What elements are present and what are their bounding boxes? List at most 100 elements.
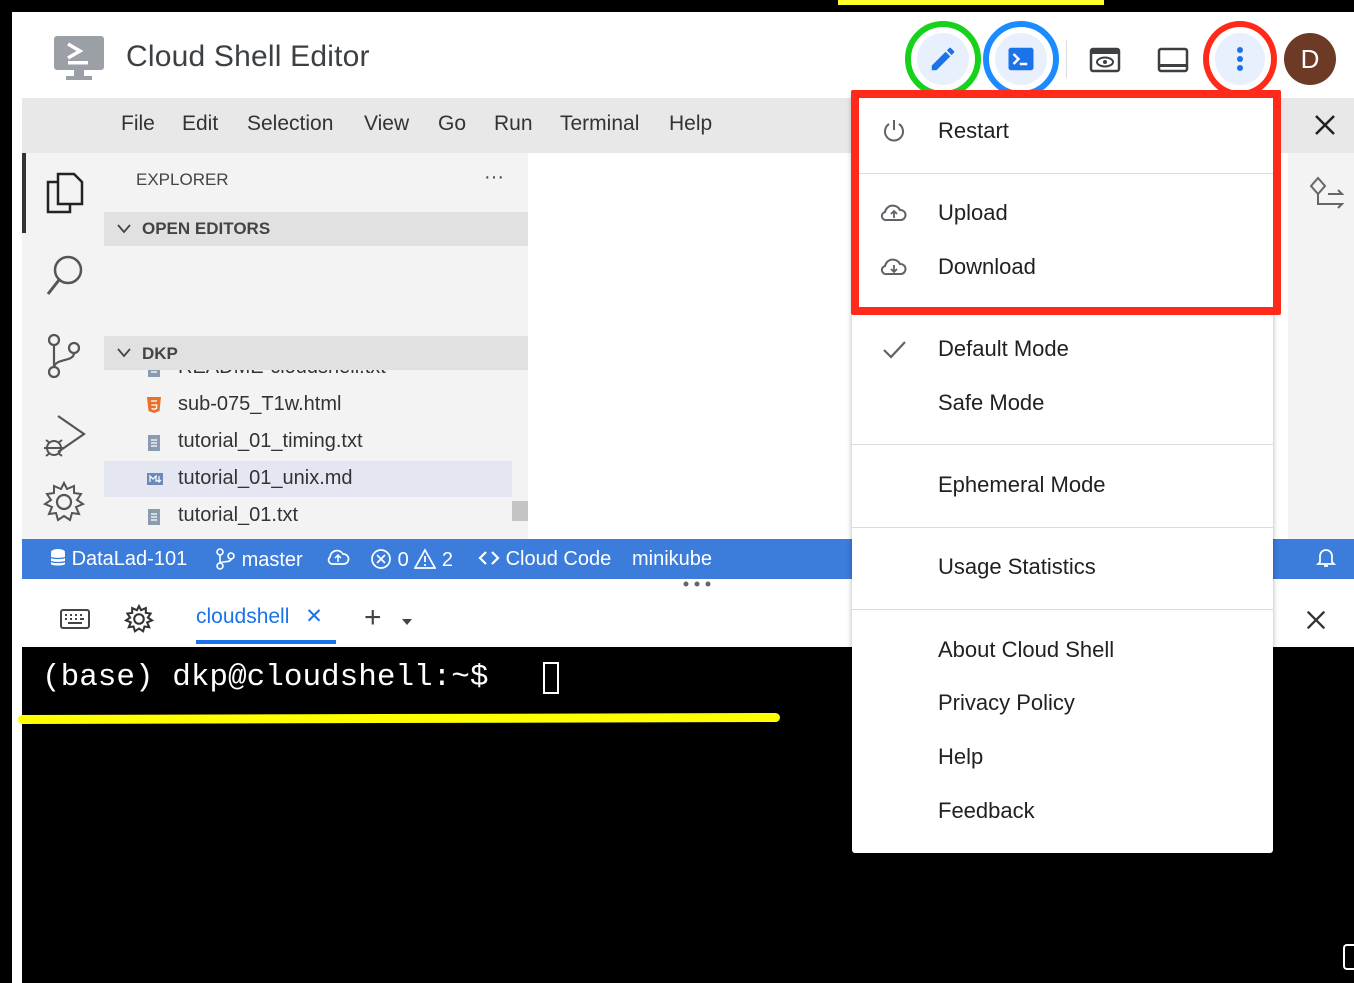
terminal-icon xyxy=(1008,47,1034,71)
status-cluster[interactable]: minikube xyxy=(632,548,712,571)
drag-dots-icon xyxy=(683,581,711,587)
menu-default-mode[interactable]: Default Mode xyxy=(938,336,1069,362)
database-icon xyxy=(50,549,66,566)
list-item[interactable]: tutorial_01.txt xyxy=(104,498,512,534)
panel-resize-handle[interactable] xyxy=(682,576,712,594)
activity-run-debug[interactable] xyxy=(42,412,88,465)
file-name: tutorial_01.txt xyxy=(178,504,299,526)
menu-feedback[interactable]: Feedback xyxy=(938,798,1035,824)
file-name: README-cloudshell.txt xyxy=(178,370,386,379)
list-item-selected[interactable]: tutorial_01_unix.md xyxy=(104,461,512,497)
status-repo[interactable]: DataLad-101 xyxy=(50,548,187,571)
menu-go[interactable]: Go xyxy=(438,112,466,136)
activity-search[interactable] xyxy=(44,252,86,303)
tab-cloudshell[interactable]: cloudshell ✕ xyxy=(196,604,323,629)
api-tree-icon xyxy=(1309,176,1345,209)
left-strip xyxy=(12,12,22,983)
avatar[interactable]: D xyxy=(1284,33,1336,85)
menu-help[interactable]: Help xyxy=(669,112,712,136)
toggle-panel-button[interactable] xyxy=(1148,38,1198,82)
list-item[interactable]: sub-075_T1w.html xyxy=(104,387,512,423)
activity-active-indicator xyxy=(22,153,26,233)
status-problems[interactable]: 0 2 xyxy=(370,548,453,572)
keyboard-icon xyxy=(60,609,90,629)
menu-safe-mode[interactable]: Safe Mode xyxy=(938,390,1044,416)
menu-privacy-policy[interactable]: Privacy Policy xyxy=(938,690,1075,716)
yellow-highlight-top xyxy=(838,0,1104,5)
status-cloud-code-label: Cloud Code xyxy=(505,548,612,570)
cloud-code-side-button[interactable] xyxy=(1308,174,1346,217)
tab-cloudshell-label: cloudshell xyxy=(196,605,290,628)
explorer-title: EXPLORER xyxy=(136,170,229,189)
terminal-prompt: (base) dkp@cloudshell:~$ xyxy=(42,660,508,695)
status-repo-label: DataLad-101 xyxy=(71,548,188,570)
source-control-icon xyxy=(47,333,81,379)
list-item[interactable]: README-cloudshell.txt xyxy=(104,370,512,386)
open-terminal-button[interactable] xyxy=(995,33,1047,85)
add-terminal-dropdown[interactable] xyxy=(400,614,414,632)
error-icon xyxy=(371,549,391,569)
markdown-icon xyxy=(147,473,163,485)
menu-terminal[interactable]: Terminal xyxy=(560,112,639,136)
top-border xyxy=(0,0,1354,12)
status-cloud-code[interactable]: Cloud Code xyxy=(478,548,611,571)
tab-close-icon[interactable]: ✕ xyxy=(305,605,323,628)
status-branch[interactable]: master xyxy=(214,548,303,572)
menu-run[interactable]: Run xyxy=(494,112,533,136)
menu-divider xyxy=(852,444,1273,445)
menu-usage-statistics[interactable]: Usage Statistics xyxy=(938,554,1096,580)
menu-file[interactable]: File xyxy=(121,112,155,136)
folder-header[interactable]: DKP xyxy=(104,336,528,370)
warning-icon xyxy=(413,548,437,569)
checkmark-icon xyxy=(878,334,910,364)
menu-divider xyxy=(852,609,1273,610)
open-editor-button[interactable] xyxy=(917,33,969,85)
close-icon xyxy=(1306,610,1326,630)
status-errors: 0 xyxy=(397,549,409,571)
more-options-button[interactable] xyxy=(1215,33,1265,85)
menu-edit[interactable]: Edit xyxy=(182,112,218,136)
add-terminal-button[interactable]: + xyxy=(364,601,382,635)
menu-view[interactable]: View xyxy=(364,112,409,136)
gear-icon xyxy=(123,603,155,633)
explorer-more-button[interactable]: ··· xyxy=(484,166,504,189)
app-title: Cloud Shell Editor xyxy=(126,40,370,73)
kebab-menu-icon xyxy=(1237,47,1243,71)
text-file-icon xyxy=(148,370,160,377)
notifications-button[interactable] xyxy=(1315,547,1337,575)
status-warnings: 2 xyxy=(441,549,453,571)
terminal-cursor xyxy=(543,662,559,694)
html5-icon xyxy=(147,397,161,413)
cloud-shell-logo-icon xyxy=(52,34,106,82)
red-annotation-box xyxy=(851,90,1281,315)
terminal-settings-button[interactable] xyxy=(123,603,155,639)
code-brackets-icon xyxy=(478,551,500,565)
status-sync[interactable] xyxy=(326,548,350,571)
file-name: tutorial_01_unix.md xyxy=(178,467,353,489)
menu-ephemeral-mode[interactable]: Ephemeral Mode xyxy=(938,472,1106,498)
files-icon xyxy=(46,172,84,214)
web-preview-button[interactable] xyxy=(1080,38,1130,82)
status-branch-label: master xyxy=(241,549,303,571)
activity-settings[interactable] xyxy=(42,480,86,529)
file-list: README-cloudshell.txt sub-075_T1w.html t… xyxy=(104,370,528,539)
open-editors-header[interactable]: OPEN EDITORS xyxy=(104,212,528,246)
header-divider xyxy=(1066,40,1067,78)
close-panel-button[interactable] xyxy=(1304,608,1328,637)
list-item[interactable]: tutorial_01_timing.txt xyxy=(104,424,512,460)
activity-explorer[interactable] xyxy=(44,170,84,221)
folder-label: DKP xyxy=(142,344,178,363)
menu-help-item[interactable]: Help xyxy=(938,744,983,770)
chevron-down-icon xyxy=(117,224,131,234)
panel-icon xyxy=(1157,47,1189,73)
keyboard-button[interactable] xyxy=(60,608,90,635)
activity-source-control[interactable] xyxy=(44,332,84,385)
scrollbar-thumb[interactable] xyxy=(512,501,528,521)
menu-selection[interactable]: Selection xyxy=(247,112,333,136)
close-editor-button[interactable] xyxy=(1312,112,1338,143)
open-editors-label: OPEN EDITORS xyxy=(142,219,271,238)
caret-down-icon xyxy=(402,619,412,625)
menu-about[interactable]: About Cloud Shell xyxy=(938,637,1114,663)
web-preview-icon xyxy=(1089,47,1121,73)
bell-icon xyxy=(1315,549,1337,567)
